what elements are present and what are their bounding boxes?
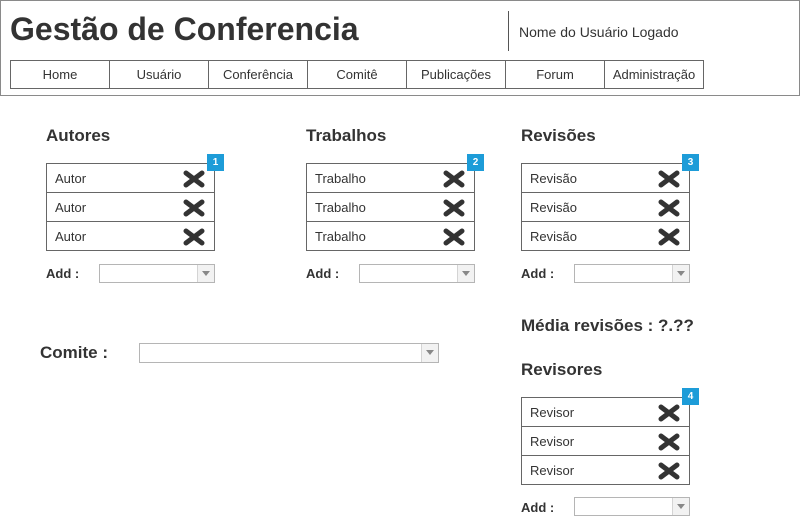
list-item: Trabalho xyxy=(306,163,475,193)
list-item: Revisão xyxy=(521,163,690,193)
revisores-add-label: Add : xyxy=(521,500,555,515)
chevron-down-icon xyxy=(672,498,689,515)
delete-icon[interactable] xyxy=(182,170,206,188)
app-header: Gestão de Conferencia Nome do Usuário Lo… xyxy=(0,0,800,96)
list-item-label: Autor xyxy=(55,171,87,186)
trabalhos-badge: 2 xyxy=(467,154,484,171)
autores-add-label: Add : xyxy=(46,266,80,281)
list-item-label: Autor xyxy=(55,229,87,244)
list-item: Revisor xyxy=(521,426,690,456)
delete-icon[interactable] xyxy=(182,199,206,217)
nav-item-usuario[interactable]: Usuário xyxy=(109,60,209,89)
list-item-label: Revisor xyxy=(530,434,575,449)
list-item: Autor xyxy=(46,163,215,193)
delete-icon[interactable] xyxy=(657,404,681,422)
list-item-label: Trabalho xyxy=(315,229,366,244)
chevron-down-icon xyxy=(197,265,214,282)
delete-icon[interactable] xyxy=(657,433,681,451)
revisores-title: Revisores xyxy=(521,360,603,379)
main-nav: Home Usuário Conferência Comitê Publicaç… xyxy=(10,60,704,89)
nav-item-conferencia[interactable]: Conferência xyxy=(208,60,308,89)
list-item: Revisor xyxy=(521,455,690,485)
chevron-down-icon xyxy=(457,265,474,282)
trabalhos-title: Trabalhos xyxy=(306,126,387,145)
revisores-list: Revisor Revisor Revisor xyxy=(521,397,690,485)
delete-icon[interactable] xyxy=(657,199,681,217)
logged-user-name[interactable]: Nome do Usuário Logado xyxy=(519,24,679,40)
list-item-label: Trabalho xyxy=(315,200,366,215)
list-item-label: Revisor xyxy=(530,405,575,420)
comite-label: Comite : xyxy=(40,343,108,362)
revisores-add-select[interactable] xyxy=(574,497,690,516)
delete-icon[interactable] xyxy=(657,228,681,246)
chevron-down-icon xyxy=(672,265,689,282)
trabalhos-add-select[interactable] xyxy=(359,264,475,283)
chevron-down-icon xyxy=(421,344,438,362)
list-item-label: Revisor xyxy=(530,463,575,478)
delete-icon[interactable] xyxy=(182,228,206,246)
list-item-label: Trabalho xyxy=(315,171,366,186)
list-item-label: Revisão xyxy=(530,229,577,244)
list-item-label: Revisão xyxy=(530,200,577,215)
nav-item-home[interactable]: Home xyxy=(10,60,110,89)
header-divider xyxy=(508,11,509,51)
comite-select[interactable] xyxy=(139,343,439,363)
list-item: Revisor xyxy=(521,397,690,427)
list-item: Revisão xyxy=(521,192,690,222)
app-title: Gestão de Conferencia xyxy=(10,11,359,47)
list-item: Autor xyxy=(46,192,215,222)
list-item: Autor xyxy=(46,221,215,251)
autores-title: Autores xyxy=(46,126,111,145)
list-item: Revisão xyxy=(521,221,690,251)
delete-icon[interactable] xyxy=(442,199,466,217)
nav-item-forum[interactable]: Forum xyxy=(505,60,605,89)
delete-icon[interactable] xyxy=(657,462,681,480)
revisoes-badge: 3 xyxy=(682,154,699,171)
media-revisoes: Média revisões : ?.?? xyxy=(521,316,694,335)
revisoes-add-label: Add : xyxy=(521,266,555,281)
list-item: Trabalho xyxy=(306,192,475,222)
trabalhos-add-label: Add : xyxy=(306,266,340,281)
revisores-badge: 4 xyxy=(682,388,699,405)
revisoes-list: Revisão Revisão Revisão xyxy=(521,163,690,251)
autores-badge: 1 xyxy=(207,154,224,171)
nav-item-publicacoes[interactable]: Publicações xyxy=(406,60,506,89)
trabalhos-list: Trabalho Trabalho Trabalho xyxy=(306,163,475,251)
list-item-label: Revisão xyxy=(530,171,577,186)
autores-list: Autor Autor Autor xyxy=(46,163,215,251)
delete-icon[interactable] xyxy=(442,228,466,246)
list-item-label: Autor xyxy=(55,200,87,215)
nav-item-administracao[interactable]: Administração xyxy=(604,60,704,89)
revisoes-add-select[interactable] xyxy=(574,264,690,283)
revisoes-title: Revisões xyxy=(521,126,596,145)
delete-icon[interactable] xyxy=(657,170,681,188)
delete-icon[interactable] xyxy=(442,170,466,188)
nav-item-comite[interactable]: Comitê xyxy=(307,60,407,89)
list-item: Trabalho xyxy=(306,221,475,251)
autores-add-select[interactable] xyxy=(99,264,215,283)
